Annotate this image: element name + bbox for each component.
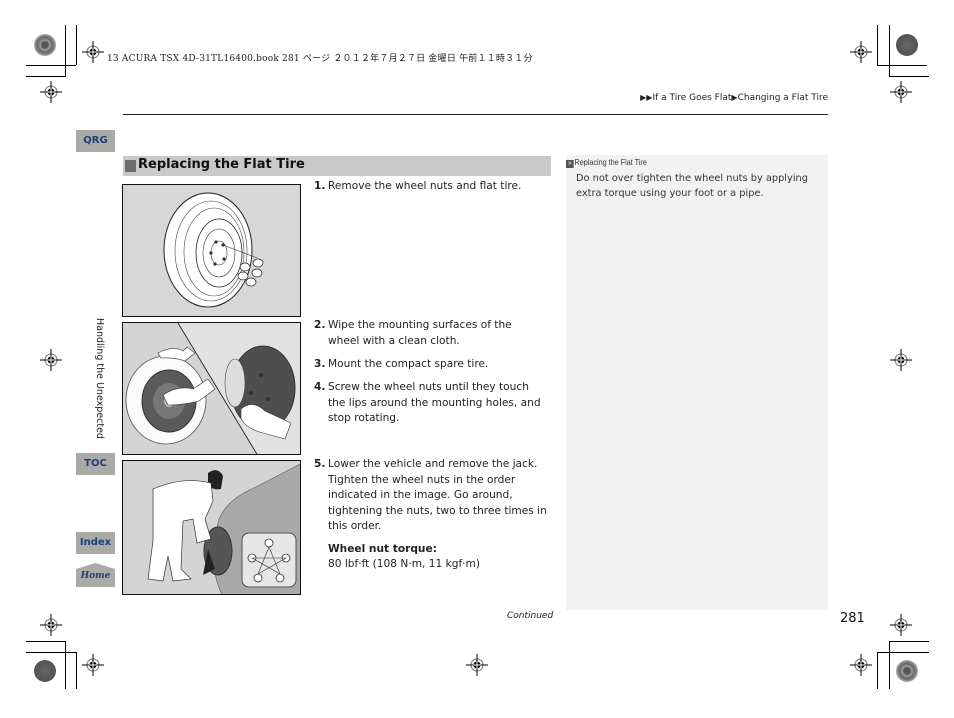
continued-label: Continued	[507, 611, 554, 621]
note-panel: » Replacing the Flat Tire Do not over tig…	[566, 155, 828, 610]
breadcrumb-item[interactable]: If a Tire Goes Flat	[652, 93, 731, 103]
color-target-icon	[896, 34, 918, 56]
chapter-label: Handling the Unexpected	[94, 318, 105, 439]
color-target-icon	[34, 34, 56, 56]
print-header: 13 ACURA TSX 4D-31TL16400.book 281 ページ ２…	[107, 54, 533, 64]
registration-mark-icon	[890, 614, 912, 636]
registration-mark-icon	[82, 41, 104, 63]
index-tab[interactable]: Index	[76, 532, 115, 554]
qrg-tab[interactable]: QRG	[76, 130, 115, 152]
double-triangle-right-icon: ▶▶	[640, 93, 653, 102]
note-body: Do not over tighten the wheel nuts by ap…	[576, 173, 808, 199]
breadcrumb-item[interactable]: Changing a Flat Tire	[738, 93, 828, 103]
registration-mark-icon	[82, 654, 104, 676]
step-item: 1. Remove the wheel nuts and flat tire.	[314, 180, 522, 192]
registration-mark-icon	[466, 654, 488, 676]
page-number: 281	[840, 611, 865, 626]
section-heading: Replacing the Flat Tire	[123, 156, 551, 176]
step-item: 5. Lower the vehicle and remove the jack…	[314, 458, 547, 532]
step-item: 3. Mount the compact spare tire.	[314, 358, 489, 370]
registration-mark-icon	[850, 41, 872, 63]
color-target-icon	[896, 660, 918, 682]
registration-mark-icon	[40, 614, 62, 636]
registration-mark-icon	[40, 349, 62, 371]
registration-mark-icon	[890, 349, 912, 371]
note-title[interactable]: » Replacing the Flat Tire	[566, 157, 647, 168]
registration-mark-icon	[890, 81, 912, 103]
wiping-mounting-surfaces-illustration	[122, 322, 301, 455]
tire-and-wheel-nuts-illustration	[122, 184, 301, 317]
step-item: 2. Wipe the mounting surfaces of the whe…	[314, 319, 512, 347]
home-tab[interactable]: Home	[76, 563, 115, 587]
registration-mark-icon	[40, 81, 62, 103]
color-target-icon	[34, 660, 56, 682]
section-marker-icon	[125, 160, 136, 172]
header-rule	[123, 114, 828, 115]
registration-mark-icon	[850, 654, 872, 676]
torque-label: Wheel nut torque:	[328, 543, 437, 555]
tightening-nuts-star-pattern-illustration	[122, 460, 301, 595]
step-item: 4. Screw the wheel nuts until they touch…	[314, 381, 541, 424]
toc-tab[interactable]: TOC	[76, 453, 115, 475]
breadcrumb: ▶▶If a Tire Goes Flat▶Changing a Flat Ti…	[600, 93, 828, 103]
torque-value: 80 lbf·ft (108 N·m, 11 kgf·m)	[328, 558, 481, 570]
note-reference-icon: »	[566, 160, 574, 168]
